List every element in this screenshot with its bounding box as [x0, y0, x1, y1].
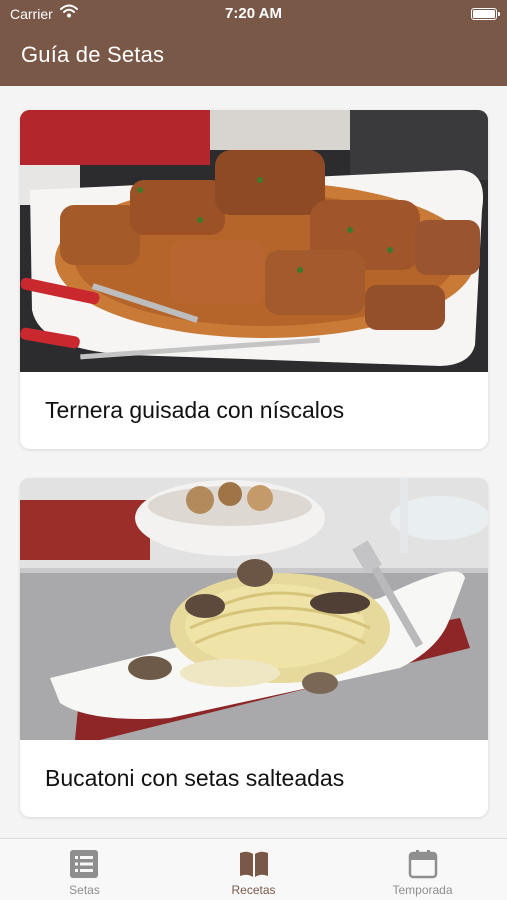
tab-label: Recetas: [231, 883, 276, 897]
book-icon: [238, 849, 270, 884]
recipe-list[interactable]: Ternera guisada con níscalos Bucatoni co…: [0, 86, 507, 838]
tab-label: Temporada: [392, 883, 453, 897]
beef-stew-with-mushrooms-photo: [20, 110, 488, 372]
recipe-title: Ternera guisada con níscalos: [45, 397, 345, 423]
recipe-title: Bucatoni con setas salteadas: [45, 765, 345, 791]
tab-bar: Setas Recetas Temporada: [0, 838, 507, 900]
tab-temporada[interactable]: Temporada: [338, 839, 507, 900]
tab-label: Setas: [69, 883, 100, 897]
pasta-with-sauteed-mushrooms-photo: [20, 478, 488, 740]
app-screen: Carrier 7:20 AM Guía de Setas Ternera gu…: [0, 0, 507, 900]
calendar-icon: [408, 849, 438, 884]
navigation-header: Carrier 7:20 AM Guía de Setas: [0, 0, 507, 86]
page-title: Guía de Setas: [21, 42, 165, 67]
status-bar: Carrier 7:20 AM: [0, 0, 507, 28]
battery-icon: [471, 8, 500, 20]
list-icon: [69, 849, 99, 884]
recipe-card[interactable]: Bucatoni con setas salteadas: [20, 478, 488, 817]
clock: 7:20 AM: [225, 5, 282, 22]
tab-recetas[interactable]: Recetas: [169, 839, 338, 900]
tab-setas[interactable]: Setas: [0, 839, 169, 900]
recipe-card[interactable]: Ternera guisada con níscalos: [20, 110, 488, 449]
